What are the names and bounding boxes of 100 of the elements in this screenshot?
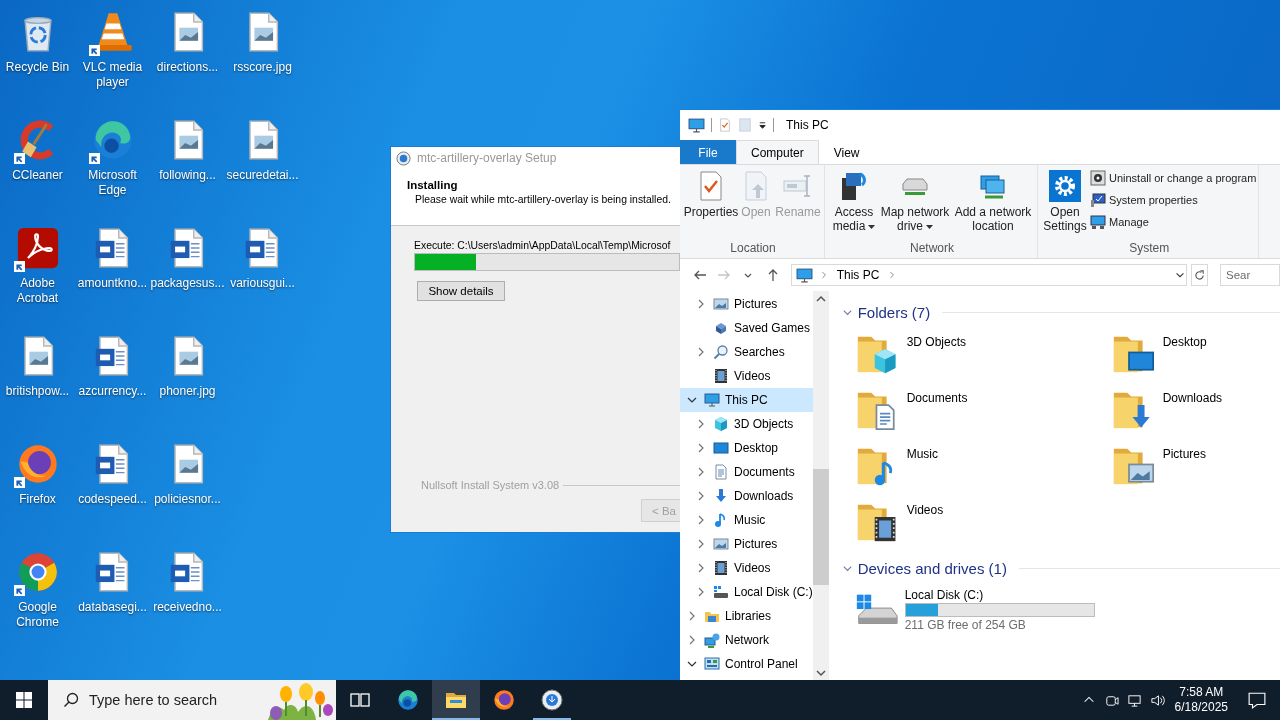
clock-time[interactable]: 7:58 AM <box>1179 685 1224 700</box>
file-tile[interactable]: phoner.jpg <box>150 330 225 438</box>
taskbar-button[interactable] <box>432 680 480 720</box>
tree-item[interactable]: 3D Objects <box>680 412 813 436</box>
tree-item[interactable]: Pictures <box>680 532 813 556</box>
folder-item[interactable]: Music <box>854 443 1111 499</box>
status-text: Execute: C:\Users\admin\AppData\Local\Temp\Microsof <box>414 240 671 251</box>
search-field[interactable]: Type here to search <box>89 692 259 708</box>
notification-icon[interactable] <box>1248 691 1266 709</box>
drive-free-space: 211 GB free of 254 GB <box>904 618 1027 632</box>
film-icon <box>713 368 729 384</box>
file-tile[interactable]: Google Chrome <box>0 546 75 654</box>
computer-icon <box>1090 214 1106 230</box>
installer-icon <box>540 688 564 712</box>
ribbon-button[interactable]: Access media <box>829 168 879 241</box>
tree-item[interactable]: Videos <box>680 364 813 388</box>
file-tile[interactable]: securedetai... <box>225 114 300 222</box>
tree-item[interactable]: Downloads <box>680 484 813 508</box>
scroll-thumb[interactable] <box>812 469 829 585</box>
tree-item[interactable]: Pictures <box>680 292 813 316</box>
file-tile[interactable]: policiesnor... <box>150 438 225 546</box>
computer-icon <box>688 116 705 134</box>
folder-item[interactable]: Documents <box>854 387 1111 443</box>
network-icon[interactable] <box>1126 692 1142 708</box>
ribbon-button[interactable]: System properties <box>1090 190 1257 210</box>
browser-icon <box>492 688 516 712</box>
brand-text: Nullsoft Install System v3.08 <box>421 479 560 491</box>
folder-item[interactable]: Pictures <box>1110 443 1280 499</box>
window-title: mtc-artillery-overlay Setup <box>417 151 557 165</box>
folder-item[interactable]: Desktop <box>1110 331 1280 387</box>
document-icon <box>713 464 729 480</box>
address-bar[interactable]: This PC <box>790 264 1188 286</box>
ribbon-button[interactable]: Properties <box>684 168 738 241</box>
tree-item[interactable]: Videos <box>680 556 813 580</box>
tree-item[interactable]: Desktop <box>680 436 813 460</box>
ribbon-tab[interactable]: Computer <box>736 140 819 164</box>
refresh-button[interactable] <box>1191 264 1208 286</box>
file-tile[interactable]: packagesus... <box>150 222 225 330</box>
file-tile[interactable]: receivedno... <box>150 546 225 654</box>
ribbon-button[interactable]: Add a network location <box>951 168 1035 241</box>
page-heading: Installing <box>407 179 459 191</box>
file-tile[interactable]: databasegi... <box>75 546 150 654</box>
ribbon-button[interactable]: Manage <box>1090 212 1257 232</box>
file-tile[interactable]: rsscore.jpg <box>225 6 300 114</box>
tree-item[interactable]: Control Panel <box>680 652 813 676</box>
search-icon <box>713 344 729 360</box>
caret-down-icon[interactable] <box>758 120 767 130</box>
file-tile[interactable]: Recycle Bin <box>0 6 75 114</box>
group-label: Location <box>729 241 777 257</box>
film-icon <box>713 560 729 576</box>
file-tile[interactable]: variousgui... <box>225 222 300 330</box>
ribbon-tab[interactable]: View <box>818 140 875 164</box>
tree-item[interactable]: Music <box>680 508 813 532</box>
settings-icon <box>1049 170 1081 202</box>
file-tile[interactable]: Microsoft Edge <box>75 114 150 222</box>
file-tile[interactable]: following... <box>150 114 225 222</box>
ribbon-button[interactable]: Uninstall or change a program <box>1090 168 1257 188</box>
breadcrumb[interactable]: This PC <box>834 268 882 282</box>
tree-item[interactable]: This PC <box>680 388 813 412</box>
computer-check-icon <box>1090 192 1106 208</box>
window-title: This PC <box>786 118 829 132</box>
folder-item[interactable]: 3D Objects <box>854 331 1111 387</box>
drive-name: Local Disk (C:) <box>904 588 985 602</box>
tree-item[interactable]: Searches <box>680 340 813 364</box>
tree-item[interactable]: Libraries <box>680 604 813 628</box>
folder-item[interactable]: Videos <box>854 499 1111 555</box>
scrollbar[interactable] <box>812 291 829 680</box>
ribbon-button[interactable]: Map network drive <box>879 168 951 241</box>
file-tile[interactable]: directions... <box>150 6 225 114</box>
drive-icon <box>713 584 729 600</box>
section-header: Folders (7) <box>857 303 931 321</box>
properties-icon[interactable] <box>718 117 732 133</box>
tree-item[interactable]: Documents <box>680 460 813 484</box>
refresh-icon <box>1194 269 1206 281</box>
search-field[interactable]: Sear <box>1220 264 1280 286</box>
picture-icon <box>713 296 729 312</box>
network-icon <box>704 632 720 648</box>
file-tile[interactable]: Adobe Acrobat <box>0 222 75 330</box>
file-tile[interactable]: britishpow... <box>0 330 75 438</box>
file-menu-tab[interactable]: File <box>680 140 736 164</box>
folder-item[interactable]: Downloads <box>1110 387 1280 443</box>
tree-item[interactable]: Local Disk (C:) <box>680 580 813 604</box>
file-tile[interactable]: amountkno... <box>75 222 150 330</box>
cube-icon <box>713 416 729 432</box>
clock-date[interactable]: 6/18/2025 <box>1174 700 1228 715</box>
file-tile[interactable]: azcurrency... <box>75 330 150 438</box>
page-subheading: Please wait while mtc-artillery-overlay is being installed. <box>415 194 672 205</box>
drive-item[interactable]: Local Disk (C:) 211 GB free of 254 GB <box>852 587 1095 633</box>
ribbon-button[interactable]: Open Settings <box>1042 168 1088 241</box>
caret-down-icon <box>926 224 933 229</box>
tree-item[interactable]: Network <box>680 628 813 652</box>
picture-icon <box>713 536 729 552</box>
file-tile[interactable]: CCleaner <box>0 114 75 222</box>
file-tile[interactable]: Firefox <box>0 438 75 546</box>
section-header: Devices and drives (1) <box>857 559 1007 577</box>
show-details-button[interactable]: Show details <box>417 281 505 301</box>
file-tile[interactable]: codespeed... <box>75 438 150 546</box>
file-tile[interactable]: VLC media player <box>75 6 150 114</box>
speaker-icon[interactable] <box>1149 692 1165 708</box>
tree-item[interactable]: Saved Games <box>680 316 813 340</box>
